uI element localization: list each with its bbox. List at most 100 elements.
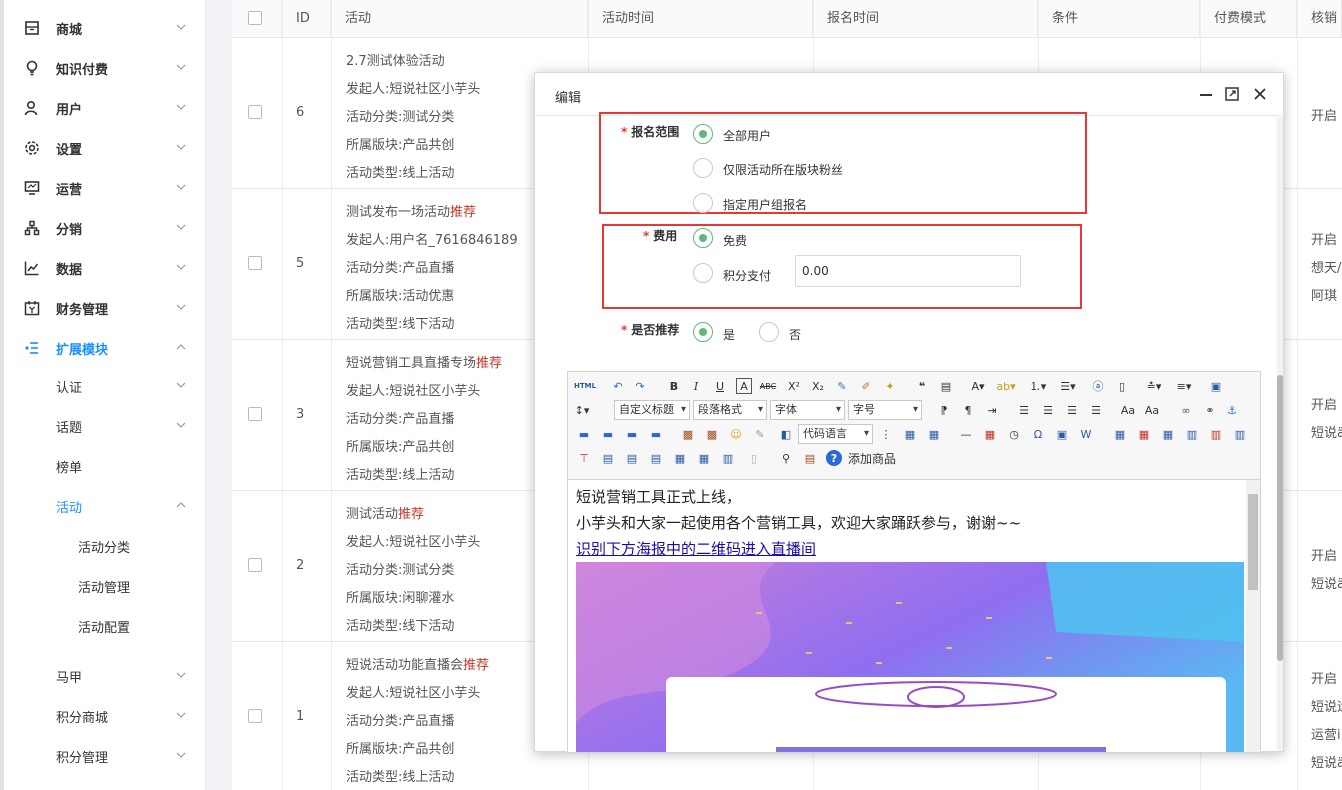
merge-right-icon[interactable]: ▤ (624, 450, 640, 466)
lowercase-icon[interactable]: Aa (1144, 402, 1160, 418)
ordered-list-icon[interactable]: ⒈▾ (1030, 378, 1047, 394)
image-left-icon[interactable]: ▬ (600, 426, 616, 442)
background-icon[interactable]: ▦ (926, 426, 942, 442)
select-all-checkbox[interactable] (248, 11, 262, 25)
insert-table-icon[interactable]: ▦ (1112, 426, 1128, 442)
modal-scroll-thumb[interactable] (1277, 375, 1283, 661)
row-checkbox[interactable] (248, 256, 262, 270)
italic-icon[interactable]: I (688, 378, 704, 394)
date-icon[interactable]: ▦ (982, 426, 998, 442)
help-icon[interactable]: ? (826, 450, 842, 466)
activity-title[interactable]: 测试发布一场活动推荐 (346, 201, 476, 220)
scope-block-fans-label[interactable]: 仅限活动所在版块粉丝 (723, 161, 843, 178)
sidebar-item-distribution[interactable]: 分销 (0, 208, 200, 248)
fee-free-label[interactable]: 免费 (723, 232, 747, 249)
code-language-select[interactable]: 代码语言 (798, 424, 873, 444)
split-cols-icon[interactable]: ▥ (720, 450, 736, 466)
scope-user-group-radio[interactable] (693, 193, 713, 213)
image-none-icon[interactable]: ▬ (576, 426, 592, 442)
insert-col-icon[interactable]: ▥ (1232, 426, 1248, 442)
align-center-icon[interactable]: ☰ (1040, 402, 1056, 418)
ltr-icon[interactable]: ⁋ (936, 402, 952, 418)
row-checkbox[interactable] (248, 407, 262, 421)
undo-icon[interactable]: ↶ (610, 378, 626, 394)
recommend-no-label[interactable]: 否 (789, 326, 801, 343)
anchor-icon[interactable]: ⚓ (1224, 402, 1240, 418)
modal-scrollbar[interactable] (1277, 117, 1283, 751)
page-break-icon[interactable]: ⋮ (878, 426, 894, 442)
align-justify-icon[interactable]: ☰ (1088, 402, 1104, 418)
paragraph-spacing-icon[interactable]: ≡▾ (1176, 378, 1192, 394)
image-icon[interactable]: ▩ (680, 426, 696, 442)
sidebar-item-operations[interactable]: 运营 (0, 168, 200, 208)
custom-heading-select[interactable]: 自定义标题 (614, 400, 690, 420)
sidebar-subitem-activity-config[interactable]: 活动配置 (0, 606, 200, 646)
paragraph-format-select[interactable]: 段落格式 (693, 400, 767, 420)
row-checkbox[interactable] (248, 105, 262, 119)
insert-row-icon[interactable]: ▥ (1184, 426, 1200, 442)
emoji-icon[interactable]: ☺ (728, 426, 744, 442)
align-left-icon[interactable]: ☰ (1016, 402, 1032, 418)
underline-icon[interactable]: U (712, 378, 728, 394)
subscript-icon[interactable]: X₂ (810, 378, 826, 394)
close-icon[interactable] (1251, 85, 1269, 103)
eraser-icon[interactable]: ✎ (834, 378, 850, 394)
delete-col-icon[interactable]: ⊤ (576, 450, 592, 466)
maximize-icon[interactable] (1223, 85, 1241, 103)
superscript-icon[interactable]: X² (786, 378, 802, 394)
delete-table-icon[interactable]: ▦ (1136, 426, 1152, 442)
font-family-select[interactable]: 字体 (770, 400, 845, 420)
split-rows-icon[interactable]: ▦ (696, 450, 712, 466)
activity-title[interactable]: 2.7测试体验活动 (346, 50, 445, 69)
content-link[interactable]: 识别下方海报中的二维码进入直播间 (576, 538, 816, 559)
sidebar-subitem-leaderboard[interactable]: 榜单 (0, 446, 200, 486)
sidebar-item-knowledge-pay[interactable]: 知识付费 (0, 48, 200, 88)
recommend-yes-radio[interactable] (693, 322, 713, 342)
link-icon[interactable]: ∞ (1178, 402, 1194, 418)
word-image-icon[interactable]: W (1078, 426, 1094, 442)
fee-free-radio[interactable] (693, 228, 713, 248)
align-right-icon[interactable]: ☰ (1064, 402, 1080, 418)
auto-format-icon[interactable]: ✦ (882, 378, 898, 394)
paste-word-icon[interactable]: ▤ (802, 450, 818, 466)
print-icon[interactable]: ▯ (746, 450, 762, 466)
font-size-select[interactable]: 字号 (848, 400, 922, 420)
font-border-icon[interactable]: A (736, 378, 752, 394)
html-source-icon[interactable]: HTML (574, 378, 596, 394)
select-all-icon[interactable]: ⓐ (1090, 378, 1106, 394)
strikethrough-icon[interactable]: ABC (760, 378, 776, 394)
editor-content[interactable]: 短说营销工具正式上线， 小芋头和大家一起使用各个营销工具，欢迎大家踊跃参与，谢谢… (568, 480, 1260, 752)
sidebar-subitem-points-management[interactable]: 积分管理 (0, 736, 200, 776)
preview-icon[interactable]: ▣ (1208, 378, 1224, 394)
sidebar-subitem-topics[interactable]: 话题 (0, 406, 200, 446)
row-checkbox[interactable] (248, 558, 262, 572)
blockquote-icon[interactable]: ❝ (914, 378, 930, 394)
points-amount-input[interactable]: 0.00 (795, 255, 1021, 287)
sidebar-subitem-vest[interactable]: 马甲 (0, 656, 200, 696)
sidebar-item-settings[interactable]: 设置 (0, 128, 200, 168)
fee-points-radio[interactable] (693, 263, 713, 283)
scope-all-users-radio[interactable] (693, 124, 713, 144)
uppercase-icon[interactable]: Aa (1120, 402, 1136, 418)
editor-scrollbar[interactable] (1246, 480, 1260, 752)
scope-block-fans-radio[interactable] (693, 158, 713, 178)
image-center-icon[interactable]: ▬ (648, 426, 664, 442)
delete-row-icon[interactable]: ▥ (1208, 426, 1224, 442)
minimize-icon[interactable] (1197, 85, 1215, 103)
sidebar-subitem-activity-management[interactable]: 活动管理 (0, 566, 200, 606)
recommend-no-radio[interactable] (759, 322, 779, 342)
sidebar-subitem-activity[interactable]: 活动 (0, 486, 200, 526)
merge-down-icon[interactable]: ▤ (648, 450, 664, 466)
unordered-list-icon[interactable]: ☰▾ (1060, 378, 1076, 394)
recommend-yes-label[interactable]: 是 (723, 326, 735, 343)
format-brush-icon[interactable]: ✐ (858, 378, 874, 394)
paste-plain-icon[interactable]: ▤ (938, 378, 954, 394)
scrawl-icon[interactable]: ✎ (752, 426, 768, 442)
insert-paragraph-icon[interactable]: ▦ (1160, 426, 1176, 442)
rtl-icon[interactable]: ¶ (960, 402, 976, 418)
sidebar-item-store[interactable]: 商城 (0, 8, 200, 48)
time-icon[interactable]: ◷ (1006, 426, 1022, 442)
clear-doc-icon[interactable]: ▯ (1114, 378, 1130, 394)
scope-all-users-label[interactable]: 全部用户 (723, 127, 771, 144)
indent-icon[interactable]: ⇥ (984, 402, 1000, 418)
